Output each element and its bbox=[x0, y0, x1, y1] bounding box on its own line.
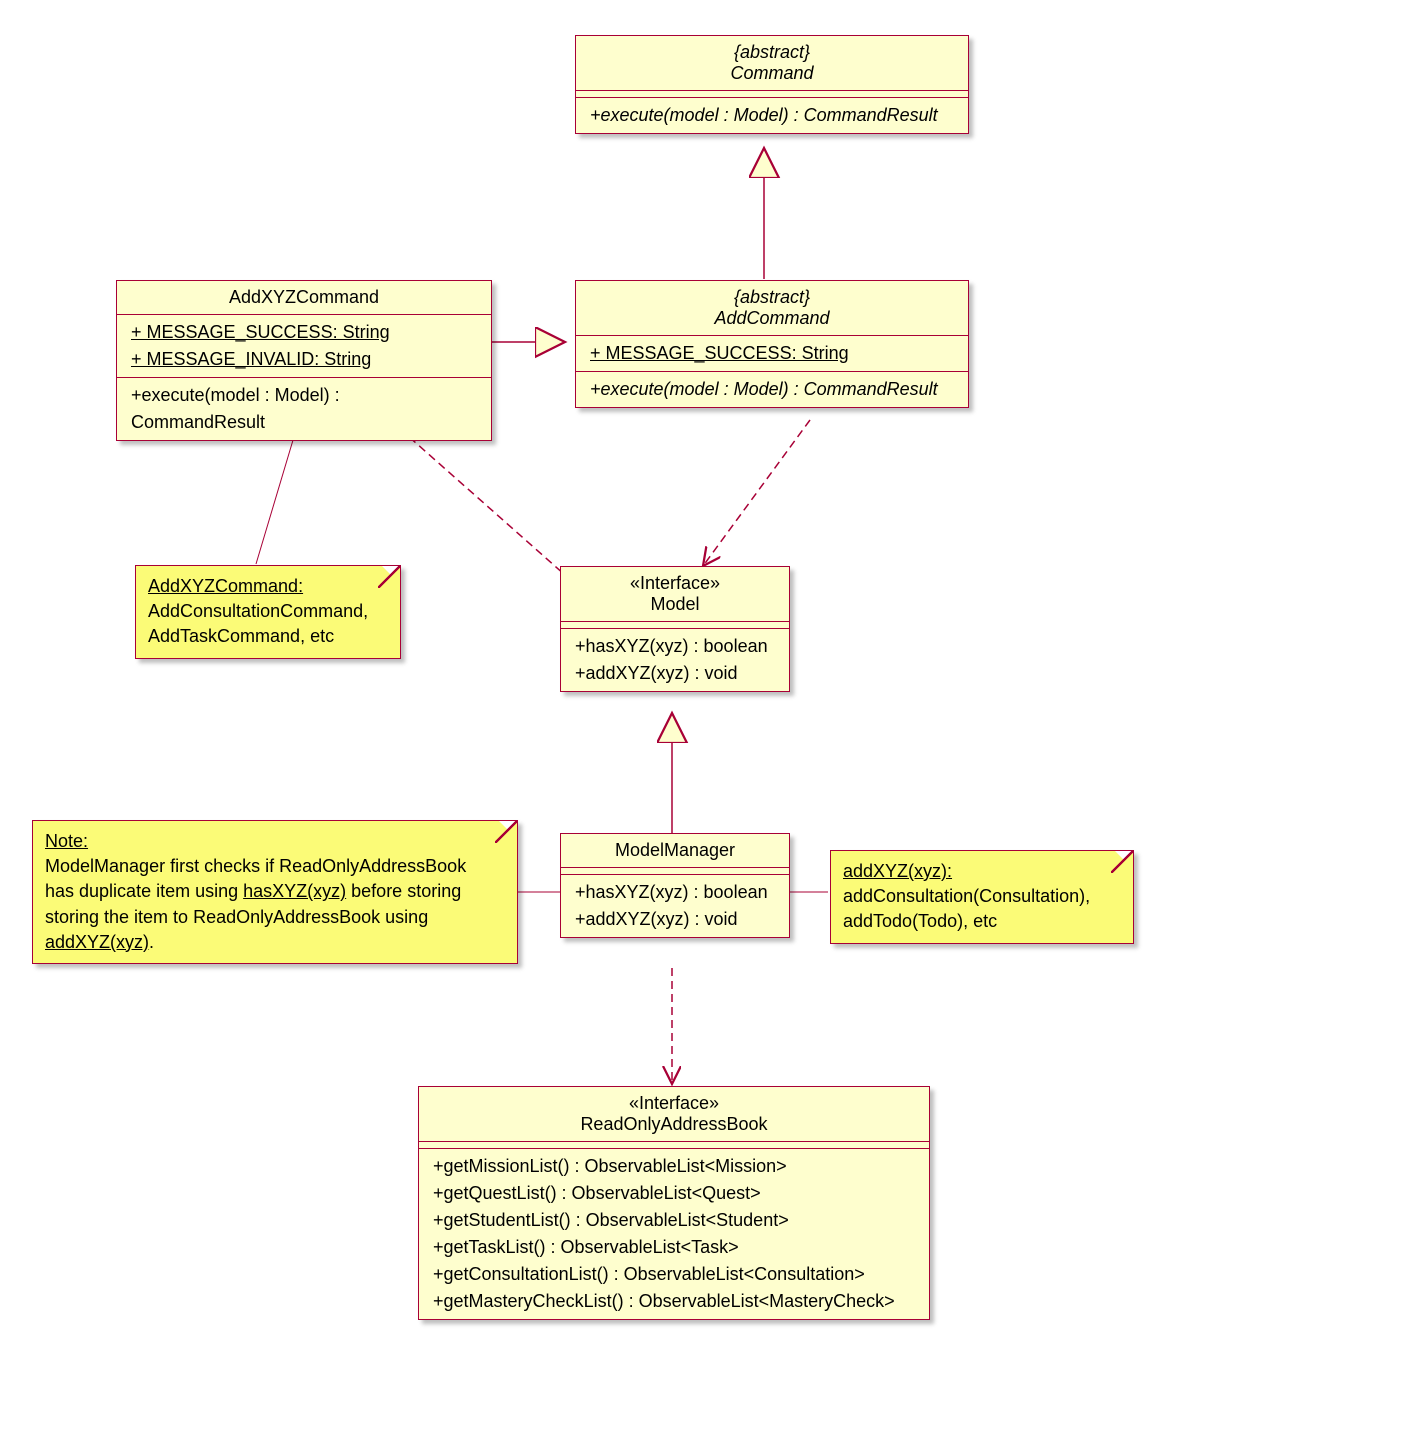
addxyz-name: AddXYZCommand bbox=[229, 287, 379, 307]
roab-m5: +getConsultationList() : ObservableList<… bbox=[433, 1264, 865, 1284]
command-name: Command bbox=[730, 63, 813, 83]
mm-m1: +hasXYZ(xyz) : boolean bbox=[575, 882, 768, 902]
n1-a: AddConsultationCommand, bbox=[148, 601, 368, 621]
roab-m3: +getStudentList() : ObservableList<Stude… bbox=[433, 1210, 789, 1230]
note-modelmanager: Note: ModelManager first checks if ReadO… bbox=[32, 820, 518, 964]
roab-m4: +getTaskList() : ObservableList<Task> bbox=[433, 1237, 739, 1257]
model-stereotype: «Interface» bbox=[630, 573, 720, 593]
n2-d: addXYZ(xyz) bbox=[45, 932, 149, 952]
n3-title: addXYZ(xyz): bbox=[843, 861, 952, 881]
addxyz-method: +execute(model : Model) : CommandResult bbox=[131, 385, 340, 432]
n2-b3: before storing bbox=[346, 881, 461, 901]
model-name: Model bbox=[650, 594, 699, 614]
note-addxyz: AddXYZCommand: AddConsultationCommand, A… bbox=[135, 565, 401, 659]
addcommand-method: +execute(model : Model) : CommandResult bbox=[590, 379, 938, 399]
class-modelmanager: ModelManager +hasXYZ(xyz) : boolean +add… bbox=[560, 833, 790, 938]
addcommand-name: AddCommand bbox=[714, 308, 829, 328]
n2-a: ModelManager first checks if ReadOnlyAdd… bbox=[45, 856, 466, 876]
n1-b: AddTaskCommand, etc bbox=[148, 626, 334, 646]
mm-name: ModelManager bbox=[615, 840, 735, 860]
command-stereotype: {abstract} bbox=[734, 42, 810, 62]
n1-title: AddXYZCommand: bbox=[148, 576, 303, 596]
roab-m2: +getQuestList() : ObservableList<Quest> bbox=[433, 1183, 761, 1203]
mm-m2: +addXYZ(xyz) : void bbox=[575, 909, 738, 929]
model-m1: +hasXYZ(xyz) : boolean bbox=[575, 636, 768, 656]
class-command: {abstract} Command +execute(model : Mode… bbox=[575, 35, 969, 134]
n2-b2: hasXYZ(xyz) bbox=[243, 881, 346, 901]
interface-model: «Interface» Model +hasXYZ(xyz) : boolean… bbox=[560, 566, 790, 692]
addxyz-attr2: + MESSAGE_INVALID: String bbox=[131, 349, 371, 369]
model-m2: +addXYZ(xyz) : void bbox=[575, 663, 738, 683]
addcommand-attr: + MESSAGE_SUCCESS: String bbox=[590, 343, 849, 363]
class-addcommand: {abstract} AddCommand + MESSAGE_SUCCESS:… bbox=[575, 280, 969, 408]
addcommand-stereotype: {abstract} bbox=[734, 287, 810, 307]
addxyz-attr1: + MESSAGE_SUCCESS: String bbox=[131, 322, 390, 342]
roab-stereotype: «Interface» bbox=[629, 1093, 719, 1113]
roab-m1: +getMissionList() : ObservableList<Missi… bbox=[433, 1156, 787, 1176]
n3-a: addConsultation(Consultation), bbox=[843, 886, 1090, 906]
n2-b: has duplicate item using bbox=[45, 881, 243, 901]
interface-roab: «Interface» ReadOnlyAddressBook +getMiss… bbox=[418, 1086, 930, 1320]
n3-b: addTodo(Todo), etc bbox=[843, 911, 997, 931]
n2-title: Note: bbox=[45, 831, 88, 851]
note-addxyz-methods: addXYZ(xyz): addConsultation(Consultatio… bbox=[830, 850, 1134, 944]
n2-c: storing the item to ReadOnlyAddressBook … bbox=[45, 907, 428, 927]
n2-e: . bbox=[149, 932, 154, 952]
roab-m6: +getMasteryCheckList() : ObservableList<… bbox=[433, 1291, 895, 1311]
class-addxyzcommand: AddXYZCommand + MESSAGE_SUCCESS: String … bbox=[116, 280, 492, 441]
roab-name: ReadOnlyAddressBook bbox=[580, 1114, 767, 1134]
command-method: +execute(model : Model) : CommandResult bbox=[590, 105, 938, 125]
